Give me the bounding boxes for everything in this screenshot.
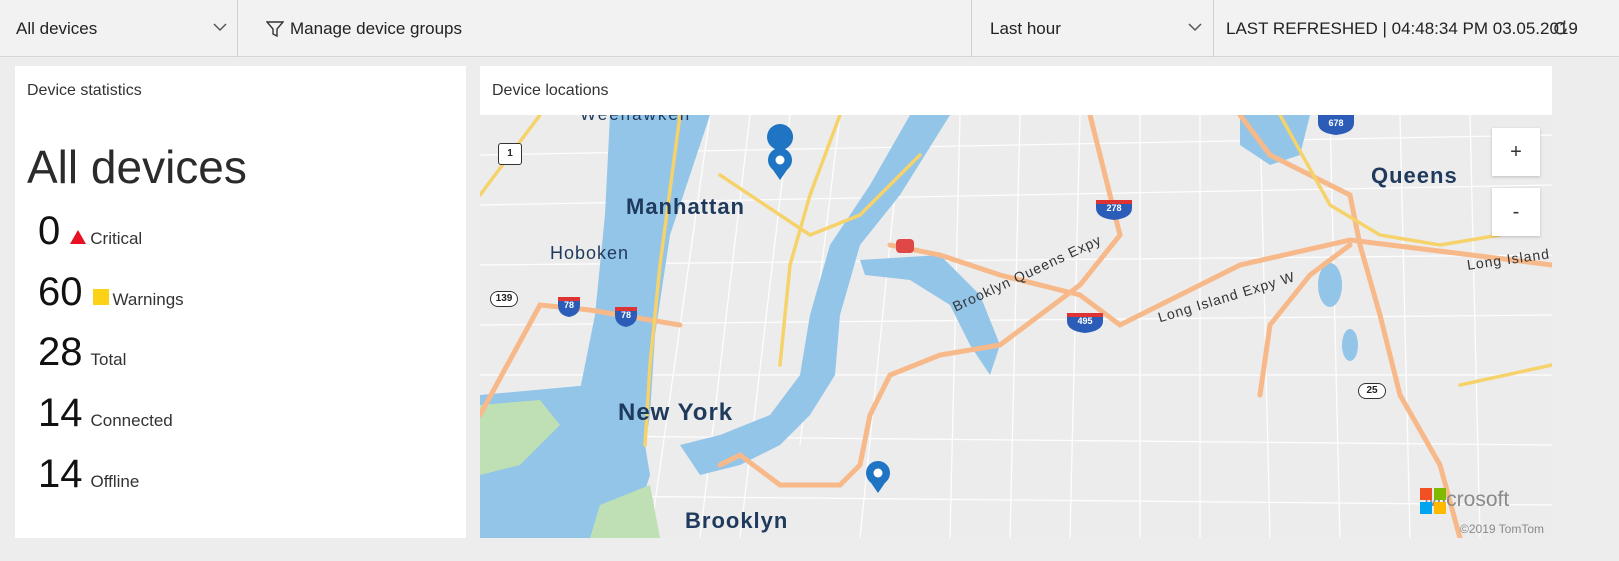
map-copyright: ©2019 TomTom xyxy=(1460,522,1544,536)
stat-value: 14 xyxy=(38,452,83,496)
filter-icon xyxy=(266,20,284,37)
device-filter-dropdown[interactable]: All devices xyxy=(16,0,216,57)
device-map[interactable]: 78 78 278 495 678 1 139 25 Weehawken Man… xyxy=(480,115,1552,538)
stat-label: Warnings xyxy=(112,290,184,309)
stat-total: 28 Total xyxy=(38,330,126,375)
shield-78: 78 xyxy=(563,300,574,310)
stat-critical: 0 Critical xyxy=(38,209,142,254)
map-label-queens: Queens xyxy=(1371,163,1458,188)
shield-495: 495 xyxy=(1077,316,1093,326)
toolbar-divider xyxy=(1213,0,1214,57)
chevron-down-icon[interactable] xyxy=(213,22,227,32)
critical-triangle-icon xyxy=(70,230,87,244)
toolbar-divider xyxy=(971,0,972,57)
stats-heading: All devices xyxy=(27,141,247,193)
time-range-dropdown[interactable]: Last hour xyxy=(990,0,1200,57)
zoom-out-button[interactable]: - xyxy=(1492,188,1540,236)
map-label-new-york: New York xyxy=(618,399,734,426)
shield-678: 678 xyxy=(1328,118,1344,128)
manage-groups-label: Manage device groups xyxy=(290,18,463,38)
zoom-in-button[interactable]: + xyxy=(1492,128,1540,176)
warning-square-icon xyxy=(92,289,109,305)
shield-139: 139 xyxy=(490,291,518,307)
stat-label: Offline xyxy=(90,472,140,491)
map-label-weehawken: Weehawken xyxy=(580,115,691,125)
shield-278: 278 xyxy=(1106,203,1122,213)
manage-device-groups-button[interactable]: Manage device groups xyxy=(266,0,462,57)
panel-title: Device statistics xyxy=(27,82,142,99)
stat-value: 28 xyxy=(38,330,83,374)
map-label-manhattan: Manhattan xyxy=(626,194,745,219)
toolbar-divider xyxy=(237,0,238,57)
shield-1: 1 xyxy=(498,143,522,165)
panel-title: Device locations xyxy=(492,82,609,99)
shield-78: 78 xyxy=(620,310,631,320)
stat-connected: 14 Connected xyxy=(38,391,173,436)
stat-value: 0 xyxy=(38,209,61,253)
device-locations-header: Device locations xyxy=(480,66,1552,115)
stat-value: 14 xyxy=(38,391,83,435)
stat-label: Critical xyxy=(90,229,143,248)
top-toolbar: All devices Manage device groups Last ho… xyxy=(0,0,1619,57)
microsoft-logo: Microsoft xyxy=(1420,488,1509,514)
shield-25: 25 xyxy=(1358,383,1386,399)
stat-value: 60 xyxy=(38,270,83,314)
chevron-down-icon[interactable] xyxy=(1188,22,1202,32)
last-refreshed-text: LAST REFRESHED | 04:48:34 PM 03.05.2019 xyxy=(1226,0,1578,57)
refresh-icon[interactable] xyxy=(1552,20,1569,37)
stat-label: Total xyxy=(90,350,127,369)
stat-label: Connected xyxy=(90,411,173,430)
microsoft-logo-icon xyxy=(1420,488,1446,514)
device-filter-value: All devices xyxy=(16,18,98,38)
time-range-value: Last hour xyxy=(990,18,1061,38)
stat-offline: 14 Offline xyxy=(38,452,139,497)
stat-warnings: 60 Warnings xyxy=(38,270,184,315)
last-refreshed-label: LAST REFRESHED | 04:48:34 PM 03.05.2019 xyxy=(1226,18,1578,38)
map-label-hoboken: Hoboken xyxy=(550,243,630,263)
map-label-brooklyn: Brooklyn xyxy=(685,508,789,533)
